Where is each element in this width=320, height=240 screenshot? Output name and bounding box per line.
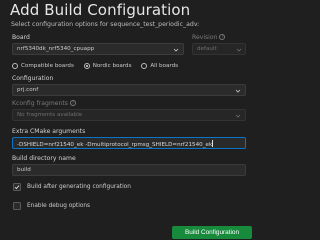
text-cursor: [212, 140, 213, 147]
chevron-down-icon: [235, 89, 241, 93]
help-icon[interactable]: ?: [219, 34, 226, 40]
checkbox-indicator[interactable]: [13, 202, 21, 210]
board-select[interactable]: nrf5340dk_nrf5340_cpuapp: [12, 43, 184, 55]
configuration-select-value: prj.conf: [17, 87, 39, 93]
radio-label: Nordic boards: [92, 63, 132, 69]
page-title: Add Build Configuration: [10, 1, 191, 19]
radio-all-boards[interactable]: All boards: [141, 63, 178, 69]
radio-indicator: [12, 63, 18, 69]
chevron-down-icon: [236, 48, 242, 52]
radio-label: All boards: [150, 63, 179, 69]
cmake-arguments-value: -DSHIELD=nrf21540_ek -Dmultiprotocol_rpm…: [17, 142, 213, 148]
checkbox-build-after-generating[interactable]: Build after generating configuration: [13, 183, 131, 191]
radio-indicator: [83, 63, 90, 69]
checkbox-indicator[interactable]: [13, 183, 21, 191]
revision-label: Revision?: [192, 34, 226, 41]
cmake-arguments-label: Extra CMake arguments: [12, 128, 86, 135]
add-build-configuration-panel: Add Build Configuration Select configura…: [0, 0, 257, 240]
revision-label-text: Revision: [192, 34, 218, 41]
help-icon[interactable]: ?: [69, 100, 76, 106]
radio-label: Compatible boards: [21, 63, 74, 69]
configuration-select[interactable]: prj.conf: [12, 84, 246, 96]
radio-nordic-boards[interactable]: Nordic boards: [83, 63, 132, 69]
build-configuration-button[interactable]: Build Configuration: [172, 226, 252, 239]
checkmark-icon: [14, 185, 20, 190]
kconfig-fragments-select[interactable]: No fragments available: [12, 109, 246, 121]
cmake-arguments-input[interactable]: -DSHIELD=nrf21540_ek -Dmultiprotocol_rpm…: [12, 137, 246, 149]
board-select-value: nrf5340dk_nrf5340_cpuapp: [17, 46, 95, 52]
radio-compatible-boards[interactable]: Compatible boards: [12, 63, 74, 69]
checkbox-enable-debug-options[interactable]: Enable debug options: [13, 202, 90, 210]
chevron-down-icon: [173, 48, 179, 52]
kconfig-fragments-label-text: Kconfig fragments: [12, 100, 68, 107]
build-directory-input[interactable]: build: [12, 164, 246, 176]
kconfig-fragments-label: Kconfig fragments?: [12, 100, 76, 107]
build-directory-value: build: [17, 167, 31, 173]
board-filter-radio-group: Compatible boards Nordic boards All boar…: [12, 63, 186, 71]
radio-indicator: [141, 63, 148, 69]
revision-select-value: default: [197, 46, 217, 52]
board-label: Board: [12, 34, 30, 41]
revision-select[interactable]: default: [192, 43, 246, 55]
kconfig-fragments-placeholder: No fragments available: [17, 112, 83, 118]
configuration-label: Configuration: [12, 75, 54, 82]
chevron-down-icon: [235, 114, 241, 118]
checkbox-label: Build after generating configuration: [27, 184, 131, 190]
checkbox-label: Enable debug options: [27, 203, 91, 209]
build-directory-label: Build directory name: [12, 155, 76, 162]
page-subtitle: Select configuration options for sequenc…: [11, 21, 200, 28]
